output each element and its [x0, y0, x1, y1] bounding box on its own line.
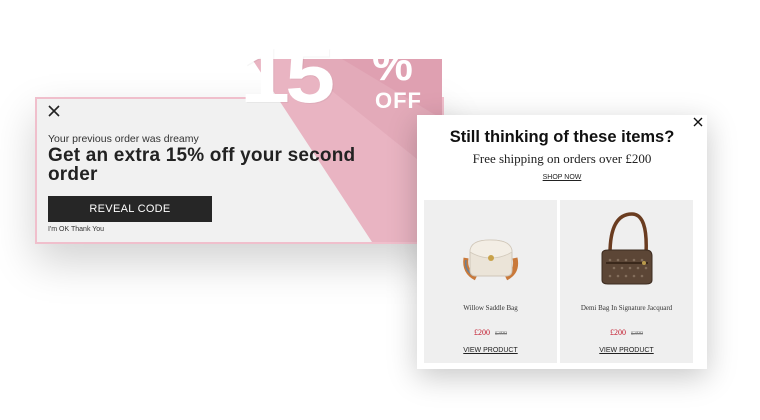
big-discount-number: 15: [240, 31, 335, 119]
reveal-code-button[interactable]: REVEAL CODE: [48, 196, 212, 222]
product-card[interactable]: Demi Bag In Signature Jacquard £200 £390…: [560, 200, 693, 363]
product-price: £200: [610, 328, 626, 337]
saddle-bag-image[interactable]: [424, 210, 557, 290]
product-prices: £200 £390: [560, 328, 693, 337]
product-was-price: £390: [495, 331, 507, 337]
promo-headline: Get an extra 15% off your second order: [48, 145, 356, 185]
shoulder-bag-image[interactable]: [560, 210, 693, 290]
product-card[interactable]: Willow Saddle Bag £200 £390 VIEW PRODUCT: [424, 200, 557, 363]
big-discount-percent: %: [372, 38, 413, 90]
view-product-link[interactable]: VIEW PRODUCT: [560, 347, 693, 354]
close-icon[interactable]: [47, 104, 61, 118]
view-product-link[interactable]: VIEW PRODUCT: [424, 347, 557, 354]
product-name[interactable]: Willow Saddle Bag: [424, 304, 557, 312]
promo-subtitle: Your previous order was dreamy: [48, 133, 199, 145]
big-discount-off: OFF: [375, 88, 422, 113]
close-icon[interactable]: [692, 115, 704, 127]
product-prices: £200 £390: [424, 328, 557, 337]
shop-now-link[interactable]: SHOP NOW: [417, 174, 707, 181]
view-product-label[interactable]: VIEW PRODUCT: [599, 347, 653, 354]
promo-popup: Your previous order was dreamy Get an ex…: [35, 59, 444, 244]
shop-now-label[interactable]: SHOP NOW: [543, 174, 582, 181]
decline-link[interactable]: I'm OK Thank You: [48, 226, 104, 233]
reco-subtitle: Free shipping on orders over £200: [472, 151, 652, 166]
product-name[interactable]: Demi Bag In Signature Jacquard: [560, 304, 693, 312]
reco-popup: Still thinking of these items? Free ship…: [417, 115, 707, 369]
product-price: £200: [474, 328, 490, 337]
product-was-price: £390: [631, 331, 643, 337]
view-product-label[interactable]: VIEW PRODUCT: [463, 347, 517, 354]
reco-title: Still thinking of these items?: [449, 128, 675, 146]
stage: Your previous order was dreamy Get an ex…: [0, 0, 760, 420]
